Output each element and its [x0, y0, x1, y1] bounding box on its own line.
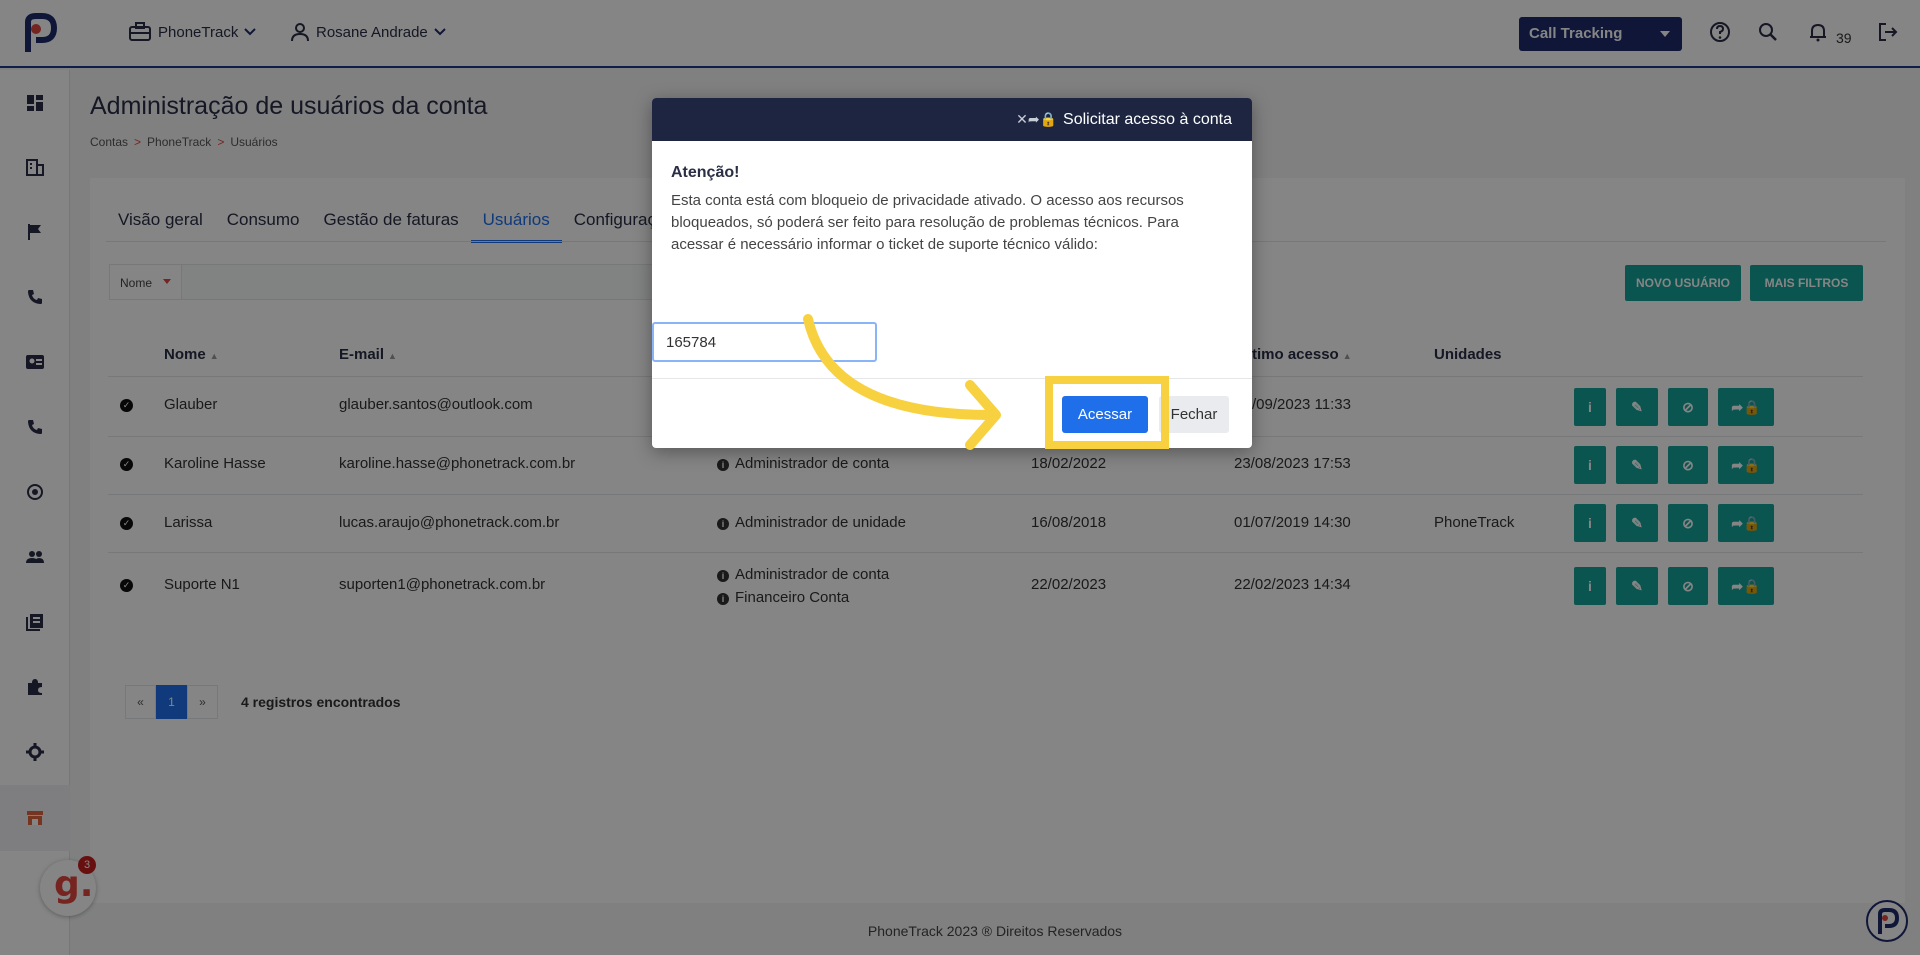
highlight-box: [1045, 376, 1169, 449]
modal-title: Solicitar acesso à conta: [1063, 110, 1232, 128]
modal-heading: Atenção!: [671, 164, 740, 181]
modal-message: Esta conta está com bloqueio de privacid…: [671, 192, 1184, 253]
share-lock-icon: ✕➦🔒: [1016, 111, 1058, 127]
pointer-arrow-icon: [803, 314, 1001, 450]
close-button[interactable]: Fechar: [1159, 396, 1229, 433]
modal-header: ✕➦🔒 Solicitar acesso à conta: [652, 98, 1252, 141]
modal-body: Atenção! Esta conta está com bloqueio de…: [652, 141, 1252, 276]
